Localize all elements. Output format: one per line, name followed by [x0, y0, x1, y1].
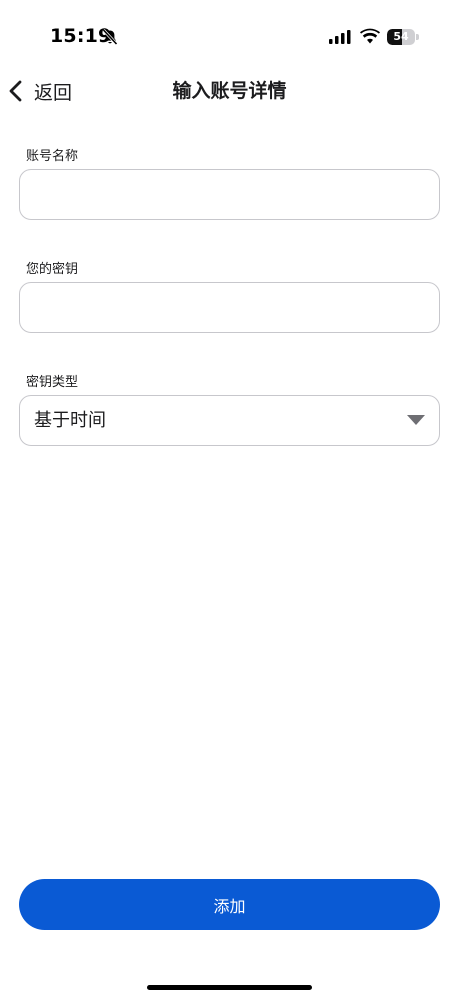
- battery-level: 54: [393, 30, 409, 43]
- key-type-select[interactable]: 基于时间: [19, 395, 440, 446]
- back-button[interactable]: 返回: [8, 74, 72, 108]
- account-name-label: 账号名称: [26, 149, 79, 164]
- key-type-label: 密钥类型: [26, 375, 79, 390]
- battery-icon: 54: [387, 29, 419, 45]
- chevron-left-icon: [9, 80, 22, 102]
- home-indicator: [147, 985, 312, 990]
- nav-bar: 返回 输入账号详情: [0, 74, 459, 108]
- back-label: 返回: [34, 81, 73, 104]
- secret-key-label: 您的密钥: [26, 262, 79, 277]
- add-button[interactable]: 添加: [19, 879, 440, 930]
- key-type-value: 基于时间: [34, 410, 106, 431]
- bell-slash-icon: [102, 28, 118, 46]
- status-bar: 15:19 54: [0, 0, 459, 74]
- signal-icon: [329, 30, 351, 44]
- account-name-input[interactable]: [19, 169, 440, 220]
- secret-key-input[interactable]: [19, 282, 440, 333]
- wifi-icon: [360, 28, 380, 44]
- caret-down-icon: [407, 415, 425, 425]
